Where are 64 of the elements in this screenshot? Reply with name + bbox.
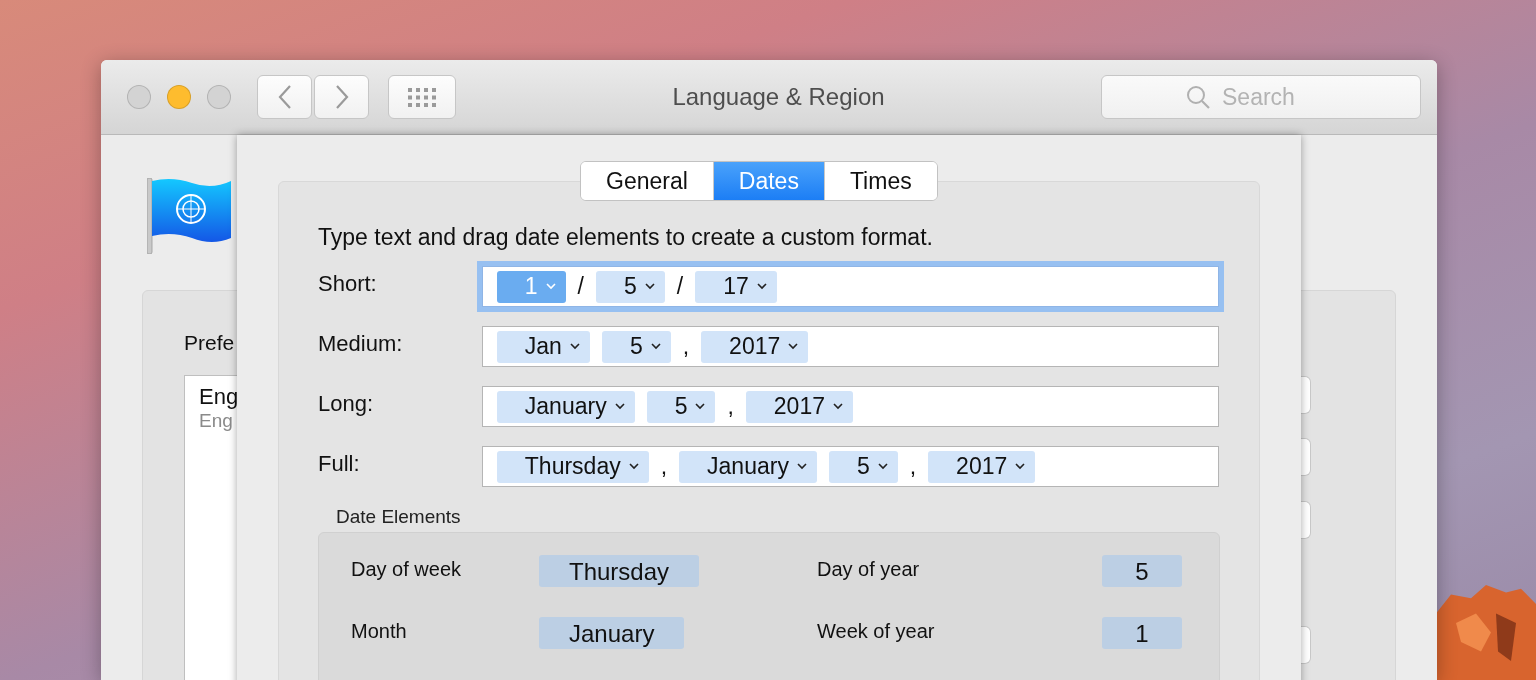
grid-icon [408,87,436,107]
tab[interactable]: General [581,162,714,200]
window-button[interactable] [207,85,231,109]
format-label: Full: [318,450,361,477]
caret-icon [756,283,767,290]
window-title: Language & Region [672,83,885,111]
section-title: Prefe [184,331,235,355]
format-label: Long: [318,390,375,417]
date-token[interactable]: 5 [596,270,665,303]
separator-text: , [909,453,917,480]
chevron-left-icon [276,84,293,110]
element-label: Week of year [817,620,936,643]
caret-icon [628,463,639,470]
caret-icon [833,403,843,410]
caret-icon [614,403,625,410]
separator-text: , [727,393,734,420]
separator-text: , [682,333,690,360]
format-label: Short: [318,270,378,297]
date-token[interactable]: 5 [646,390,716,423]
format-field[interactable]: January 5 , 2017 [481,386,1219,427]
caret-icon [569,343,580,350]
date-token[interactable]: Thursday [496,450,649,483]
group-title: Date Elements [336,506,462,528]
format-label: Medium: [318,330,404,357]
date-token[interactable]: January [679,450,817,483]
date-element-token[interactable]: January [539,617,685,649]
language-name[interactable]: Eng [199,384,239,410]
caret-icon [796,463,807,470]
date-element-token[interactable]: Thursday [539,555,700,587]
date-token[interactable]: January [496,390,635,423]
element-label: Day of week [351,558,463,581]
date-token[interactable]: 2017 [745,390,853,423]
date-token[interactable]: 5 [828,450,898,483]
caret-icon [877,463,888,470]
caret-icon [1015,463,1026,470]
show-all-button[interactable] [388,75,456,119]
format-field[interactable]: Jan 5 , 2017 [481,326,1219,367]
search-field[interactable]: Search [1101,75,1421,119]
date-token[interactable]: 5 [601,330,671,363]
separator-text: / [577,273,584,300]
date-token[interactable]: 2017 [928,450,1036,483]
window-button[interactable] [127,85,151,109]
caret-icon [644,283,655,290]
element-label: Month [351,620,408,643]
flag-icon [147,178,233,254]
caret-icon [788,343,799,350]
date-element-token[interactable]: 1 [1102,617,1182,649]
caret-icon [545,283,556,290]
language-subtitle: Eng [199,410,233,432]
chevron-right-icon [333,84,350,110]
forward-button[interactable] [314,75,369,119]
element-label: Day of year [817,558,921,581]
separator-text: , [660,453,668,480]
caret-icon [695,403,706,410]
format-field[interactable]: Thursday , January 5 , 2017 [481,446,1219,487]
window-button[interactable] [167,85,191,109]
separator-text: / [676,273,684,300]
date-token[interactable]: 17 [695,270,777,303]
back-button[interactable] [257,75,312,119]
instruction-text: Type text and drag date elements to create a custom format. [318,224,934,251]
date-token[interactable]: 2017 [701,330,809,363]
caret-icon [650,343,661,350]
date-element-token[interactable]: 5 [1102,555,1182,587]
date-token[interactable]: Jan [496,330,590,363]
